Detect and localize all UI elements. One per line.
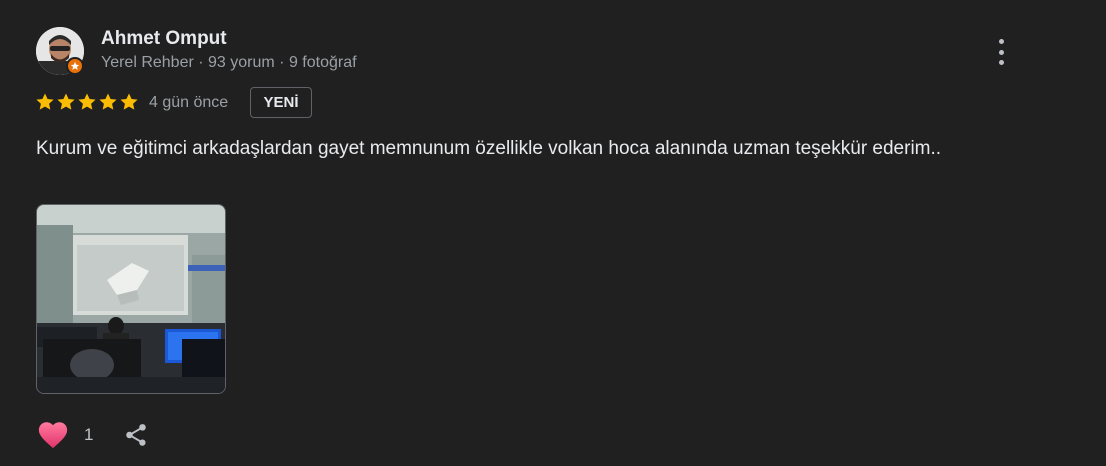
more-vert-icon[interactable] — [988, 36, 1014, 68]
review-text: Kurum ve eğitimci arkadaşlardan gayet me… — [36, 138, 942, 159]
star-icon — [78, 93, 96, 110]
review-photo[interactable] — [36, 204, 226, 394]
star-icon — [36, 93, 54, 110]
avatar[interactable] — [36, 27, 84, 75]
star-icon — [99, 93, 117, 110]
review-card: Ahmet Omput Yerel Rehber · 93 yorum · 9 … — [0, 0, 1106, 466]
author-name[interactable]: Ahmet Omput — [101, 28, 227, 50]
like-button[interactable]: 1 — [36, 418, 93, 452]
star-icon — [57, 93, 75, 110]
share-button[interactable] — [123, 421, 149, 449]
review-actions: 1 — [36, 418, 149, 452]
local-guide-star-icon — [66, 57, 84, 75]
share-icon — [126, 424, 147, 446]
like-count: 1 — [84, 425, 94, 444]
classroom-photo — [37, 205, 225, 393]
review-date: 4 gün önce — [149, 94, 229, 111]
star-rating — [35, 92, 139, 112]
author-meta[interactable]: Yerel Rehber · 93 yorum · 9 fotoğraf — [101, 54, 357, 72]
new-badge: YENİ — [250, 87, 312, 118]
star-icon — [120, 93, 138, 110]
heart-icon — [38, 422, 68, 449]
